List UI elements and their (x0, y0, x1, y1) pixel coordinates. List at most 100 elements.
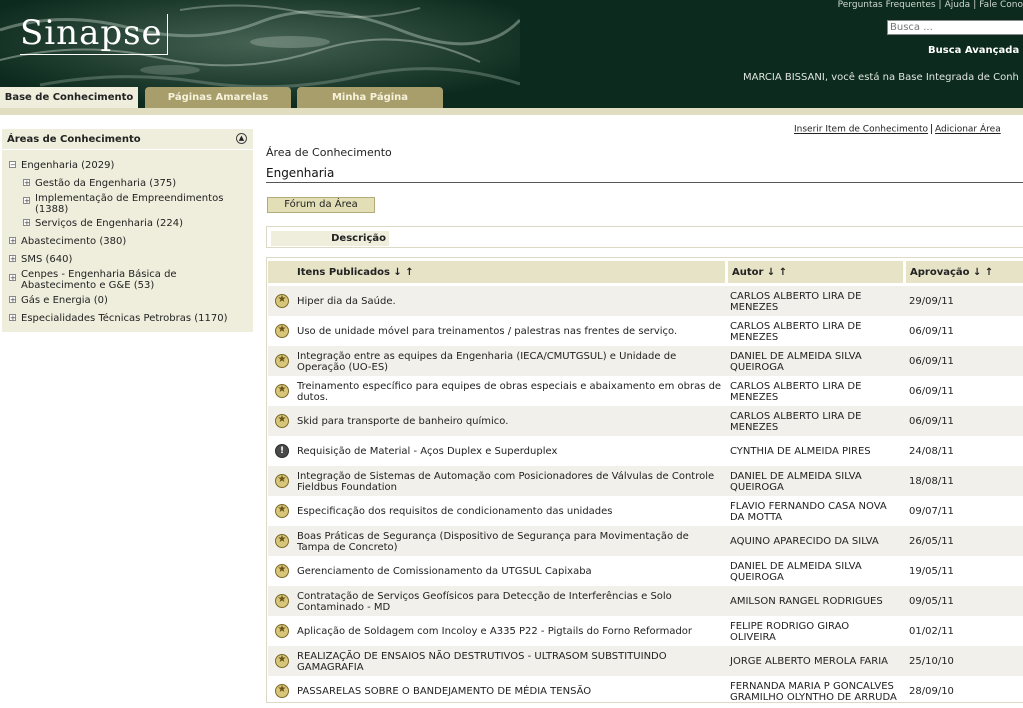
table-row[interactable]: Especificação dos requisitos de condicio… (268, 496, 1023, 526)
table-row[interactable]: Skid para transporte de banheiro químico… (268, 406, 1023, 436)
sidebar: Áreas de Conhecimento ▲ − Engenharia (20… (2, 129, 253, 332)
table-row[interactable]: Integração de Sistemas de Automação com … (268, 466, 1023, 496)
collapse-icon[interactable]: ▲ (236, 133, 247, 144)
item-author: DANIEL DE ALMEIDA SILVA QUEIROGA (730, 561, 862, 583)
search-input[interactable] (887, 20, 1023, 35)
star-icon (275, 294, 289, 308)
header-itens-publicados[interactable]: Itens Publicados ↓ ↑ (268, 261, 725, 283)
item-title-link[interactable]: PASSARELAS SOBRE O BANDEJAMENTO DE MÉDIA… (297, 686, 725, 697)
area-label: Área de Conhecimento (266, 146, 392, 159)
forum-button[interactable]: Fórum da Área (267, 197, 375, 213)
sidebar-item-implementacao[interactable]: Implementação de Empreendimentos (1388) (35, 193, 223, 215)
table-row[interactable]: Requisição de Material - Aços Duplex e S… (268, 436, 1023, 466)
item-title-link[interactable]: Especificação dos requisitos de condicio… (297, 506, 725, 517)
item-approval-date: 06/09/11 (909, 326, 954, 337)
items-table: Itens Publicados ↓ ↑ Autor ↓ ↑ Aprovação… (266, 257, 1023, 703)
expand-tree-icon[interactable]: + (9, 237, 16, 245)
item-author: CARLOS ALBERTO LIRA DE MENEZES (730, 411, 862, 433)
expand-tree-icon[interactable]: + (23, 197, 30, 205)
table-row[interactable]: Treinamento específico para equipes de o… (268, 376, 1023, 406)
header-autor[interactable]: Autor ↓ ↑ (728, 261, 903, 283)
collapse-tree-icon[interactable]: − (9, 161, 16, 169)
sidebar-item-especialidades[interactable]: Especialidades Técnicas Petrobras (1170) (21, 313, 228, 324)
expand-tree-icon[interactable]: + (23, 219, 30, 227)
item-approval-date: 24/08/11 (909, 446, 954, 457)
item-author: FELIPE RODRIGO GIRAO OLIVEIRA (730, 621, 850, 643)
item-title-link[interactable]: Integração entre as equipes da Engenhari… (297, 351, 725, 373)
tab-minha-pagina[interactable]: Minha Página (297, 87, 443, 108)
item-author: FERNANDA MARIA P GONCALVES GRAMILHO OLYNT… (730, 681, 897, 703)
expand-tree-icon[interactable]: + (9, 314, 16, 322)
tab-bar (0, 108, 1023, 115)
sidebar-header: Áreas de Conhecimento ▲ (2, 129, 253, 150)
faq-link[interactable]: Perguntas Frequentes (838, 0, 936, 10)
item-title-link[interactable]: Treinamento específico para equipes de o… (297, 381, 725, 403)
item-title-link[interactable]: Hiper dia da Saúde. (297, 296, 725, 307)
item-title-link[interactable]: Boas Práticas de Segurança (Dispositivo … (297, 531, 725, 553)
action-links: Inserir Item de Conhecimento Adicionar Ár… (794, 124, 1001, 135)
item-approval-date: 19/05/11 (909, 566, 954, 577)
item-approval-date: 26/05/11 (909, 536, 954, 547)
item-title-link[interactable]: Integração de Sistemas de Automação com … (297, 471, 725, 493)
item-title-link[interactable]: Requisição de Material - Aços Duplex e S… (297, 446, 725, 457)
item-title-link[interactable]: Gerenciamento de Comissionamento da UTGS… (297, 566, 725, 577)
item-approval-date: 18/08/11 (909, 476, 954, 487)
tab-paginas-amarelas[interactable]: Páginas Amarelas (145, 87, 291, 108)
sidebar-item-sms[interactable]: SMS (640) (21, 254, 72, 265)
item-author: DANIEL DE ALMEIDA SILVA QUEIROGA (730, 351, 862, 373)
item-approval-date: 29/09/11 (909, 296, 954, 307)
alert-icon (275, 444, 289, 458)
star-icon (275, 684, 289, 698)
item-title-link[interactable]: Uso de unidade móvel para treinamentos /… (297, 326, 725, 337)
table-row[interactable]: Hiper dia da Saúde. CARLOS ALBERTO LIRA D… (268, 286, 1023, 316)
sidebar-item-gas-energia[interactable]: Gás e Energia (0) (21, 295, 108, 306)
help-link[interactable]: Ajuda (945, 0, 971, 10)
item-author: CYNTHIA DE ALMEIDA PIRES (730, 446, 871, 457)
item-author: CARLOS ALBERTO LIRA DE MENEZES (730, 381, 862, 403)
sidebar-item-gestao[interactable]: Gestão da Engenharia (375) (35, 178, 176, 189)
table-row[interactable]: Integração entre as equipes da Engenhari… (268, 346, 1023, 376)
sidebar-item-servicos[interactable]: Serviços de Engenharia (224) (35, 218, 183, 229)
item-approval-date: 06/09/11 (909, 416, 954, 427)
sidebar-item-label: (1388) (35, 204, 69, 215)
expand-tree-icon[interactable]: + (9, 274, 16, 282)
add-area-link[interactable]: Adicionar Área (935, 125, 1001, 135)
sidebar-item-engenharia[interactable]: Engenharia (2029) (21, 160, 114, 171)
item-title-link[interactable]: REALIZAÇÃO DE ENSAIOS NÃO DESTRUTIVOS - … (297, 651, 725, 673)
page-title: Engenharia (266, 166, 335, 180)
star-icon (275, 594, 289, 608)
table-row[interactable]: Contratação de Serviços Geofísicos para … (268, 586, 1023, 616)
sidebar-item-abastecimento[interactable]: Abastecimento (380) (21, 236, 126, 247)
table-row[interactable]: PASSARELAS SOBRE O BANDEJAMENTO DE MÉDIA… (268, 676, 1023, 706)
item-author: AMILSON RANGEL RODRIGUES (730, 596, 883, 607)
table-row[interactable]: Aplicação de Soldagem com Incoloy e A335… (268, 616, 1023, 646)
table-row[interactable]: REALIZAÇÃO DE ENSAIOS NÃO DESTRUTIVOS - … (268, 646, 1023, 676)
table-row[interactable]: Uso de unidade móvel para treinamentos /… (268, 316, 1023, 346)
sidebar-item-cenpes[interactable]: Cenpes - Engenharia Básica de Abastecimen… (21, 269, 177, 291)
advanced-search-link[interactable]: Busca Avançada (928, 45, 1019, 56)
table-row[interactable]: Boas Práticas de Segurança (Dispositivo … (268, 526, 1023, 556)
star-icon (275, 504, 289, 518)
description-label[interactable]: Descrição (271, 231, 389, 246)
item-author: DANIEL DE ALMEIDA SILVA QUEIROGA (730, 471, 862, 493)
item-title-link[interactable]: Contratação de Serviços Geofísicos para … (297, 591, 725, 613)
star-icon (275, 564, 289, 578)
item-author: CARLOS ALBERTO LIRA DE MENEZES (730, 321, 862, 343)
contact-link[interactable]: Fale Cono (979, 0, 1023, 10)
welcome-text: MARCIA BISSANI, você está na Base Integr… (743, 72, 1019, 83)
tab-base-de-conhecimento[interactable]: Base de Conhecimento (0, 87, 138, 108)
sidebar-item-label: Implementação de Empreendimentos (35, 193, 224, 204)
item-title-link[interactable]: Skid para transporte de banheiro químico… (297, 416, 725, 427)
star-icon (275, 624, 289, 638)
table-row[interactable]: Gerenciamento de Comissionamento da UTGS… (268, 556, 1023, 586)
item-title-link[interactable]: Aplicação de Soldagem com Incoloy e A335… (297, 626, 725, 637)
star-icon (275, 414, 289, 428)
expand-tree-icon[interactable]: + (23, 179, 30, 187)
top-links: Perguntas Frequentes | Ajuda | Fale Cono (837, 0, 1023, 10)
sinapse-logo[interactable]: Sinapse (20, 14, 168, 55)
insert-item-link[interactable]: Inserir Item de Conhecimento (794, 125, 928, 135)
expand-tree-icon[interactable]: + (9, 296, 16, 304)
expand-tree-icon[interactable]: + (9, 255, 16, 263)
header-aprovacao[interactable]: Aprovação ↓ ↑ (906, 261, 1023, 283)
item-approval-date: 09/07/11 (909, 506, 954, 517)
